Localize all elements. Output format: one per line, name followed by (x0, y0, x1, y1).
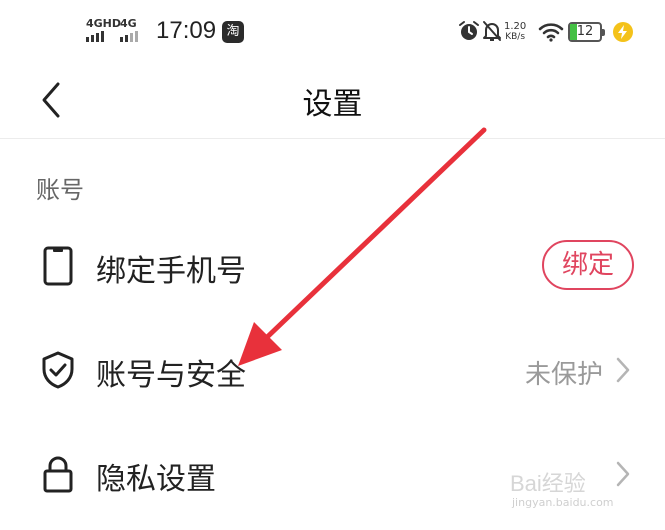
wifi-icon (538, 23, 564, 42)
battery-level: 12 (576, 24, 594, 39)
baidu-watermark: Bai经验 (510, 471, 586, 496)
baidu-watermark-url: jingyan.baidu.com (512, 496, 614, 509)
settings-row-bind-phone[interactable]: 绑定手机号 绑定 (0, 218, 665, 314)
battery-icon: 12 (568, 22, 605, 42)
status-bar: 4GHD 4G 17:09 淘 1.20 KB/s 12 (0, 0, 665, 62)
net-speed-unit: KB/s (505, 32, 526, 42)
sim2-signal-bars-icon (120, 31, 138, 42)
settings-row-label: 绑定手机号 (96, 254, 246, 289)
taobao-notification-icon: 淘 (222, 21, 244, 43)
section-label-account: 账号 (36, 176, 84, 204)
sim2-signal: 4G (120, 18, 138, 42)
sim2-network-label: 4G (120, 17, 137, 30)
net-speed-value: 1.20 (504, 21, 527, 32)
settings-row-label: 账号与安全 (96, 358, 246, 393)
net-speed: 1.20 KB/s (504, 21, 527, 43)
sim1-signal-bars-icon (86, 31, 121, 42)
lock-icon (43, 456, 73, 493)
alarm-icon (459, 21, 479, 40)
chevron-right-icon (616, 461, 630, 487)
shield-check-icon (42, 351, 74, 389)
sim1-network-label: 4GHD (86, 17, 122, 30)
bind-phone-button[interactable]: 绑定 (542, 240, 634, 290)
mute-bell-icon (483, 21, 501, 41)
chevron-right-icon (616, 357, 630, 383)
nav-header: 设置 (0, 62, 665, 139)
status-time: 17:09 (156, 17, 217, 44)
settings-row-label: 隐私设置 (96, 462, 216, 497)
settings-row-account-security[interactable]: 账号与安全 未保护 (0, 322, 665, 418)
page-title: 设置 (302, 87, 363, 122)
phone-icon (43, 246, 73, 286)
security-status-text: 未保护 (524, 360, 603, 390)
charging-icon (613, 22, 633, 42)
sim1-signal: 4GHD (86, 18, 121, 42)
